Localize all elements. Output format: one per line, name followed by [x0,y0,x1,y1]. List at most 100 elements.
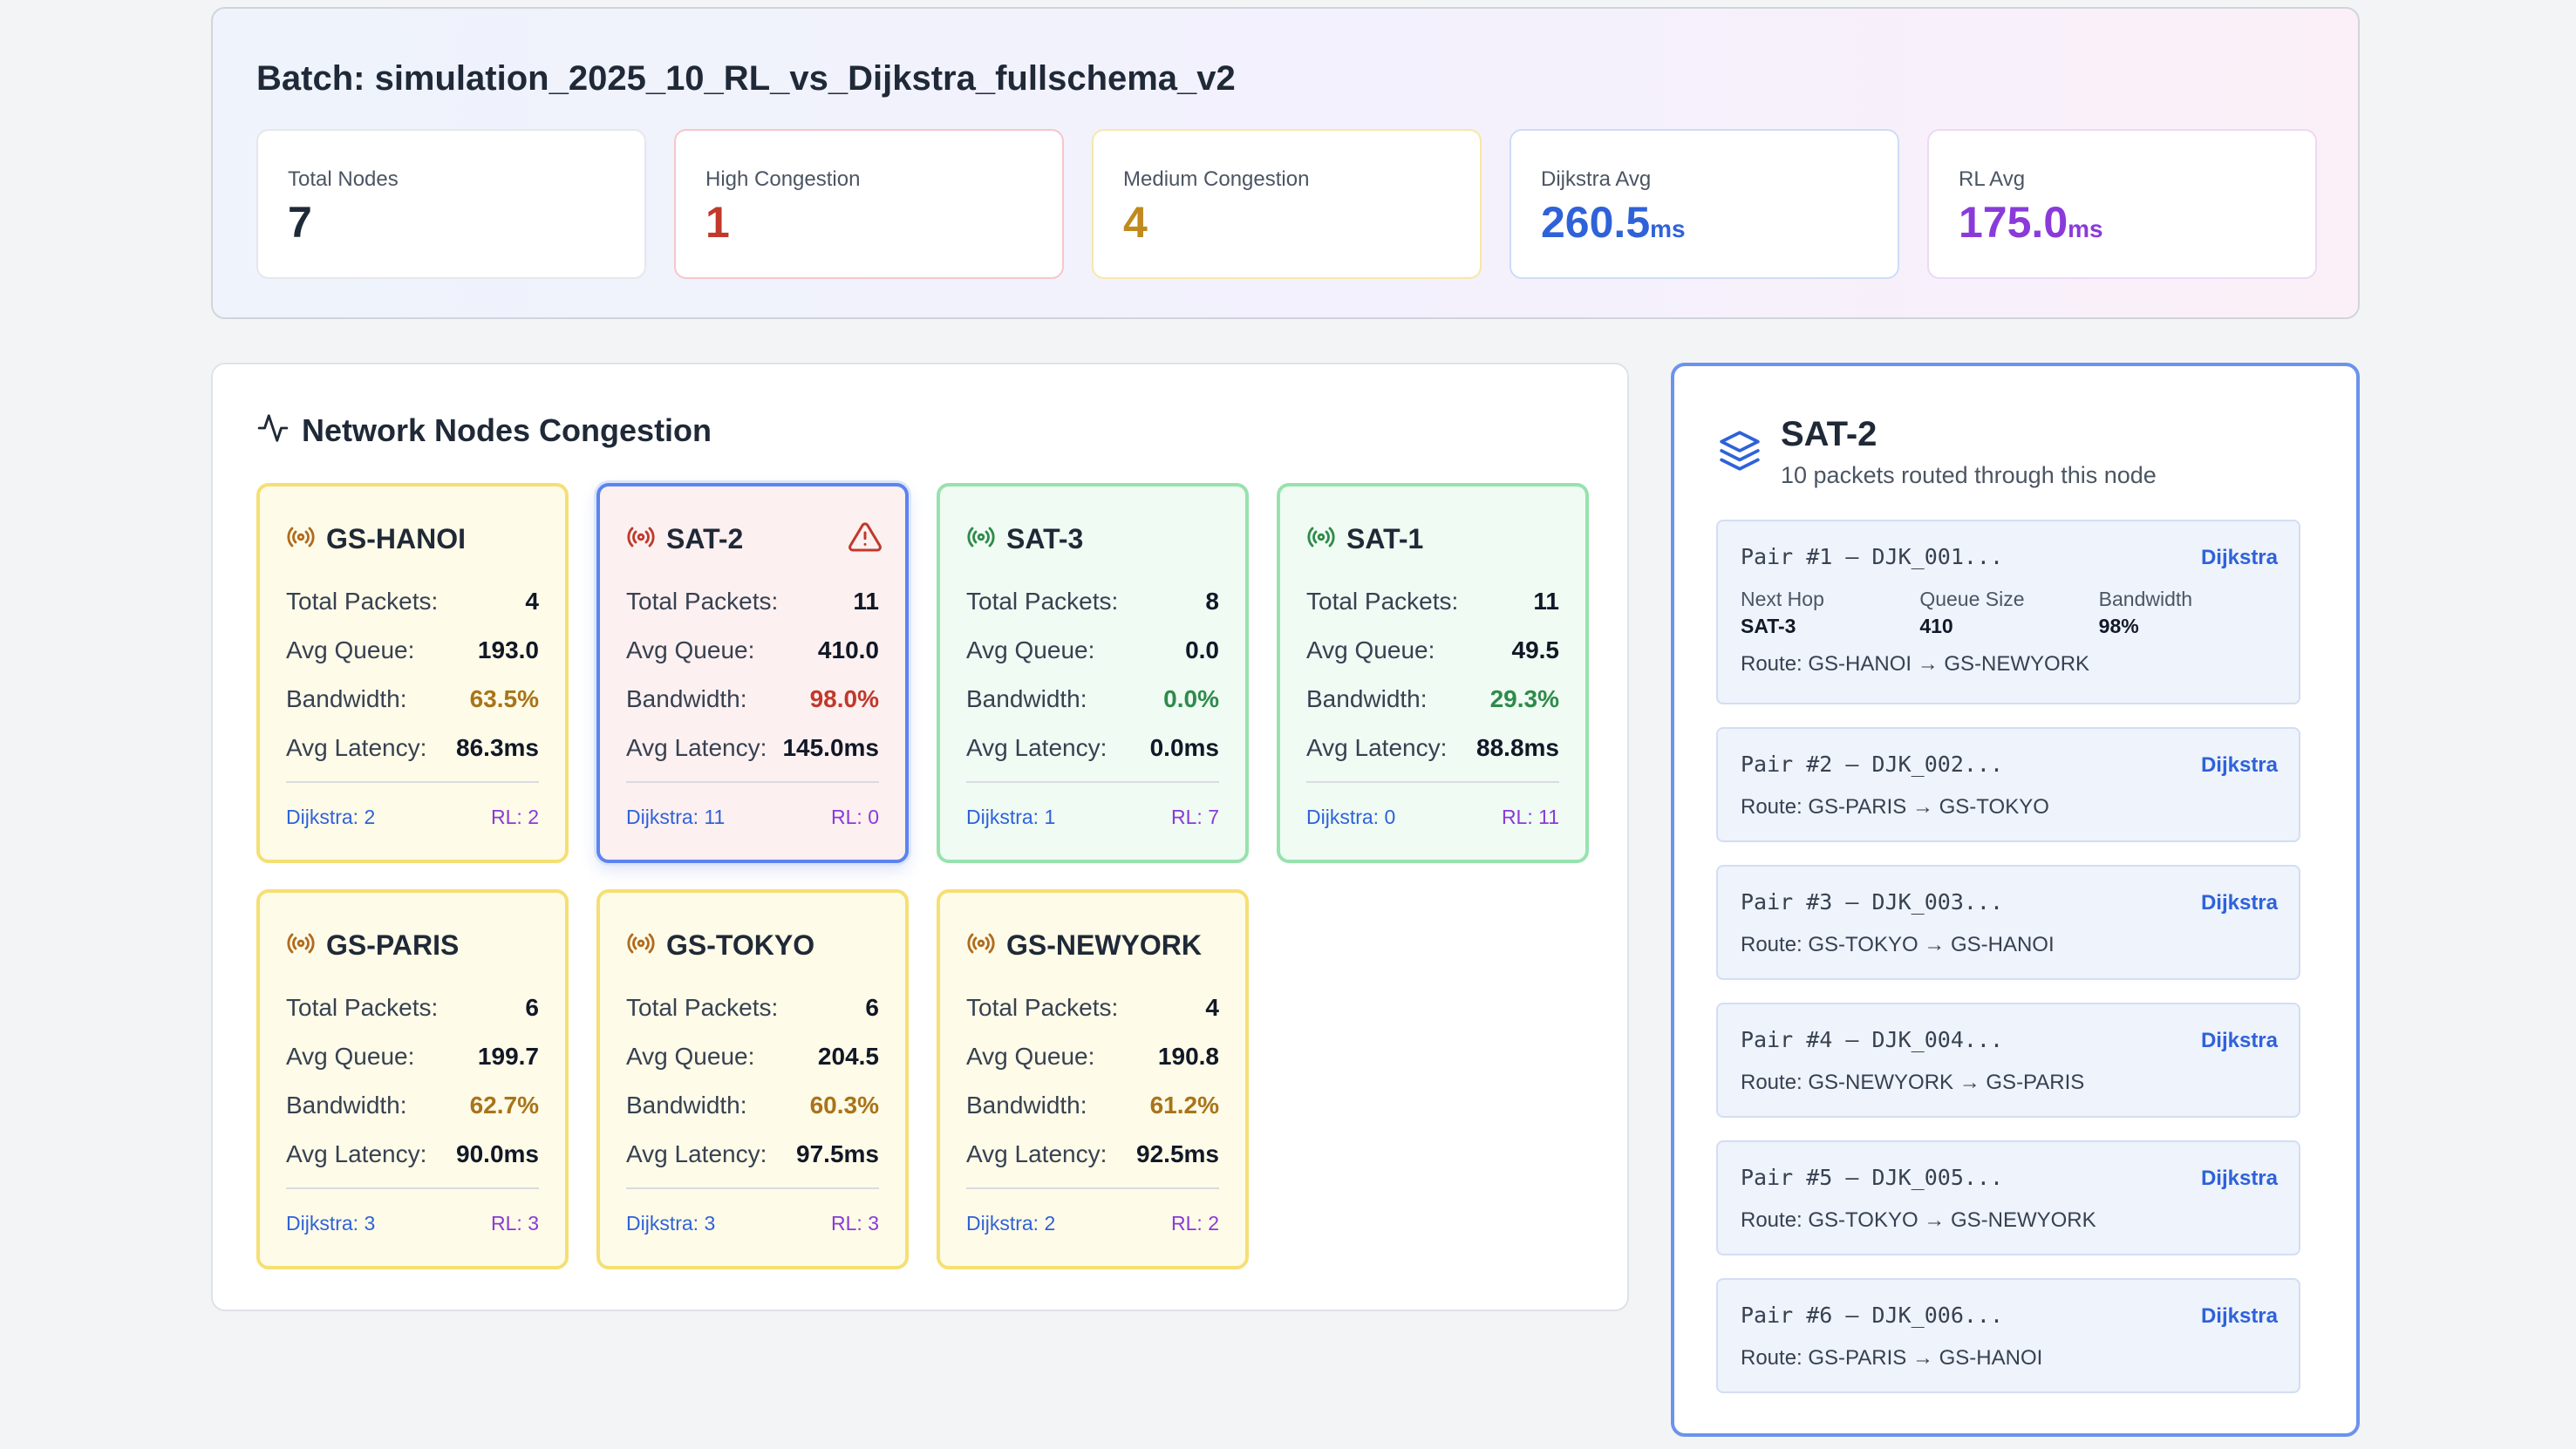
metric-value: 410.0 [817,636,879,663]
layers-icon [1718,429,1762,477]
details-subtitle: 10 packets routed through this node [1781,462,2157,488]
pair-item[interactable]: Pair #6 – DJK_006... Dijkstra Route: GS-P… [1716,1278,2300,1393]
node-card-sat-2[interactable]: SAT-2 Total Packets: 11 Avg Queue: 410.0 B… [596,483,909,863]
metric-bandwidth: Bandwidth: 63.5% [286,675,539,724]
pair-method: Dijkstra [2200,753,2278,777]
metric-label: Avg Queue: [626,636,755,663]
node-metrics: Total Packets: 11 Avg Queue: 49.5 Bandwidt… [1306,577,1559,772]
pair-item[interactable]: Pair #1 – DJK_001... Dijkstra Next Hop SA… [1716,520,2300,704]
pair-route: Route: GS-TOKYO → GS-HANOI [1741,933,2055,956]
metric-value: 8 [1205,588,1219,615]
network-panel-title: Network Nodes Congestion [302,412,712,448]
node-name: SAT-3 [1006,522,1084,554]
node-card-gs-newyork[interactable]: GS-NEWYORK Total Packets: 4 Avg Queue: 190… [937,889,1249,1269]
node-header: SAT-3 [966,520,1223,558]
pair-metrics: Next Hop SAT-3 Queue Size 410 Bandwidth 98% [1741,588,2278,638]
metric-bandwidth: Bandwidth: 60.3% [626,1081,879,1130]
stat-total-nodes: Total Nodes 7 [256,129,646,279]
metric-avg-latency: Avg Latency: 86.3ms [286,724,539,772]
metric-value: 199.7 [477,1043,539,1070]
pair-route: Route: GS-NEWYORK → GS-PARIS [1741,1071,2085,1094]
node-name: GS-HANOI [326,522,466,554]
stat-label: High Congestion [705,167,861,191]
node-metrics: Total Packets: 8 Avg Queue: 0.0 Bandwidth:… [966,577,1219,772]
signal-icon [286,929,316,963]
metric-value: SAT-3 [1741,615,1796,637]
node-name: GS-PARIS [326,929,460,961]
metric-total-packets: Total Packets: 11 [1306,577,1559,626]
metric-value: 97.5ms [796,1140,879,1167]
metric-label: Avg Latency: [1306,734,1448,761]
details-node-title: SAT-2 [1781,415,1877,453]
metric-value: 61.2% [1149,1092,1219,1119]
stat-number: 4 [1123,198,1148,247]
metric-label: Avg Queue: [626,1043,755,1070]
pair-title: Pair #3 – DJK_003... [1741,889,2004,915]
metric-avg-queue: Avg Queue: 49.5 [1306,626,1559,675]
metric-label: Queue Size [1919,588,2025,610]
metric-label: Total Packets: [966,588,1119,615]
metric-label: Avg Latency: [966,734,1107,761]
rl-count: RL: 2 [491,806,539,828]
rl-count: RL: 11 [1501,806,1559,828]
node-card-gs-hanoi[interactable]: GS-HANOI Total Packets: 4 Avg Queue: 193.0… [256,483,569,863]
metric-avg-latency: Avg Latency: 0.0ms [966,724,1219,772]
pair-item[interactable]: Pair #4 – DJK_004... Dijkstra Route: GS-N… [1716,1003,2300,1118]
stat-unit: ms [2068,215,2103,242]
metric-bandwidth: Bandwidth: 62.7% [286,1081,539,1130]
metric-label: Total Packets: [626,588,779,615]
pair-item[interactable]: Pair #3 – DJK_003... Dijkstra Route: GS-T… [1716,865,2300,980]
stat-high-congestion: High Congestion 1 [674,129,1064,279]
pair-method: Dijkstra [2200,891,2278,915]
rl-count: RL: 0 [831,806,879,828]
stat-label: Dijkstra Avg [1541,167,1652,191]
stat-number: 1 [705,198,730,247]
pair-title: Pair #6 – DJK_006... [1741,1303,2004,1328]
metric-label: Bandwidth: [966,685,1087,712]
node-routing-counts: Dijkstra: 0 RL: 11 [1306,781,1559,829]
dijkstra-count: Dijkstra: 3 [286,1212,376,1235]
node-routing-counts: Dijkstra: 1 RL: 7 [966,781,1219,829]
rl-count: RL: 2 [1171,1212,1219,1235]
signal-icon [626,522,656,556]
node-card-sat-1[interactable]: SAT-1 Total Packets: 11 Avg Queue: 49.5 Ba… [1277,483,1589,863]
node-metrics: Total Packets: 4 Avg Queue: 190.8 Bandwidt… [966,983,1219,1179]
metric-total-packets: Total Packets: 6 [286,983,539,1032]
stat-number: 260.5 [1541,198,1651,247]
node-details-panel: SAT-2 10 packets routed through this nod… [1671,363,2360,1437]
node-header: GS-TOKYO [626,926,883,964]
node-header: GS-HANOI [286,520,542,558]
metric-label: Avg Queue: [966,636,1095,663]
node-card-gs-tokyo[interactable]: GS-TOKYO Total Packets: 6 Avg Queue: 204.5… [596,889,909,1269]
stat-value: 4 [1123,197,1148,248]
metric-label: Bandwidth: [626,685,747,712]
metric-avg-queue: Avg Queue: 204.5 [626,1032,879,1081]
metric-value: 92.5ms [1136,1140,1219,1167]
signal-icon [966,522,996,556]
pair-item[interactable]: Pair #5 – DJK_005... Dijkstra Route: GS-T… [1716,1140,2300,1255]
metric-avg-latency: Avg Latency: 88.8ms [1306,724,1559,772]
pair-item[interactable]: Pair #2 – DJK_002... Dijkstra Route: GS-P… [1716,727,2300,842]
node-metrics: Total Packets: 4 Avg Queue: 193.0 Bandwidt… [286,577,539,772]
metric-label: Bandwidth: [286,1092,407,1119]
pair-queue-size: Queue Size 410 [1919,588,2098,638]
metric-avg-queue: Avg Queue: 410.0 [626,626,879,675]
signal-icon [966,929,996,963]
stat-value: 175.0ms [1959,197,2103,248]
node-card-gs-paris[interactable]: GS-PARIS Total Packets: 6 Avg Queue: 199.7… [256,889,569,1269]
pair-title: Pair #1 – DJK_001... [1741,544,2004,569]
node-card-sat-3[interactable]: SAT-3 Total Packets: 8 Avg Queue: 0.0 Band… [937,483,1249,863]
metric-bandwidth: Bandwidth: 61.2% [966,1081,1219,1130]
metric-label: Total Packets: [966,994,1119,1021]
metric-label: Total Packets: [286,588,439,615]
rl-count: RL: 7 [1171,806,1219,828]
metric-value: 4 [1205,994,1219,1021]
metric-label: Bandwidth: [1306,685,1428,712]
metric-total-packets: Total Packets: 4 [966,983,1219,1032]
pair-title: Pair #2 – DJK_002... [1741,752,2004,777]
dijkstra-count: Dijkstra: 2 [286,806,376,828]
metric-avg-queue: Avg Queue: 193.0 [286,626,539,675]
metric-value: 145.0ms [782,734,879,761]
metric-value: 49.5 [1511,636,1560,663]
activity-icon [256,412,290,449]
